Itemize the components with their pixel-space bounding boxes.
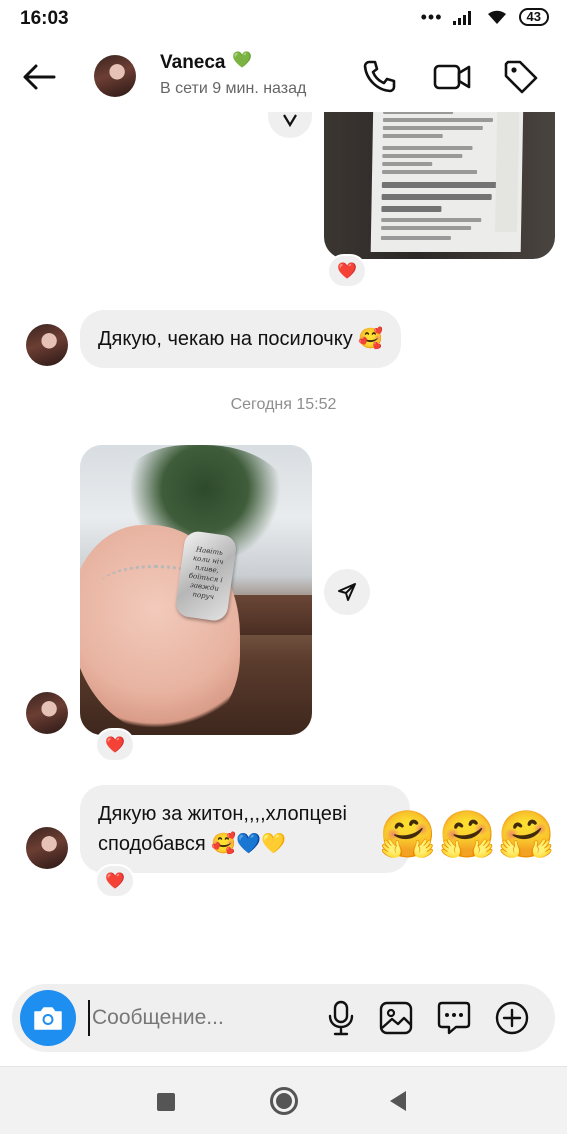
reaction-heart[interactable]: ❤️: [327, 254, 367, 288]
signal-icon: [452, 11, 471, 25]
pendant-photo[interactable]: Навіть коли ніч пливе, боїться і завжди …: [80, 445, 312, 735]
recents-square-icon[interactable]: [157, 1093, 175, 1111]
message-composer: [12, 984, 555, 1052]
status-icons: ••• 43: [421, 8, 549, 26]
sender-avatar[interactable]: [26, 827, 68, 869]
notification-dots: •••: [420, 7, 443, 27]
share-button[interactable]: [324, 569, 370, 615]
status-bar: 16:03 ••• 43: [0, 0, 567, 36]
share-arrow-icon: [283, 114, 297, 127]
tag-engraving: Навіть коли ніч пливе, боїться і завжди …: [188, 545, 225, 602]
share-button-partial[interactable]: [268, 112, 312, 138]
contact-avatar[interactable]: [94, 55, 136, 97]
battery-icon: 43: [518, 8, 549, 26]
sender-avatar[interactable]: [26, 692, 68, 734]
back-arrow-icon[interactable]: [20, 60, 60, 94]
date-divider: Сегодня 15:52: [230, 396, 337, 413]
camera-icon: [34, 1007, 62, 1030]
microphone-icon[interactable]: [324, 1000, 358, 1036]
receipt-paper: [370, 112, 524, 252]
video-camera-icon[interactable]: [432, 58, 472, 96]
system-nav-bar: [0, 1066, 567, 1134]
message-input[interactable]: [88, 1000, 308, 1036]
contact-name[interactable]: Vaneca: [160, 52, 226, 74]
back-triangle-icon[interactable]: [390, 1091, 406, 1111]
message-list: ❤️ Дякую, чекаю на посилочку 🥰 Сегодня 1…: [0, 112, 567, 982]
sender-avatar[interactable]: [26, 324, 68, 366]
contact-presence: В сети 9 мин. назад: [160, 80, 307, 97]
home-circle-icon[interactable]: [270, 1087, 298, 1115]
green-heart-icon: 💚: [232, 52, 252, 69]
hugging-face-emoji: 🤗: [379, 808, 437, 860]
outgoing-emoji-message[interactable]: 🤗 🤗 🤗: [379, 806, 555, 862]
chat-header: Vaneca 💚 В сети 9 мин. назад: [0, 40, 567, 112]
plus-circle-icon[interactable]: [494, 1000, 530, 1036]
reaction-heart[interactable]: ❤️: [95, 728, 135, 762]
tag-icon[interactable]: [502, 58, 540, 96]
status-time: 16:03: [20, 8, 69, 29]
phone-icon[interactable]: [360, 58, 398, 96]
wifi-icon: [487, 10, 506, 24]
receipt-photo[interactable]: [324, 112, 555, 259]
sticker-icon[interactable]: [436, 1000, 472, 1036]
incoming-message[interactable]: Дякую за житон,,,,хлопцеві сподобався 🥰💙…: [80, 785, 410, 873]
send-arrow-icon: [338, 583, 356, 601]
gallery-icon[interactable]: [378, 1000, 414, 1036]
hugging-face-emoji: 🤗: [438, 808, 496, 860]
reaction-heart[interactable]: ❤️: [95, 864, 135, 898]
camera-button[interactable]: [20, 990, 76, 1046]
incoming-message[interactable]: Дякую, чекаю на посилочку 🥰: [80, 310, 402, 368]
hugging-face-emoji: 🤗: [497, 808, 555, 860]
